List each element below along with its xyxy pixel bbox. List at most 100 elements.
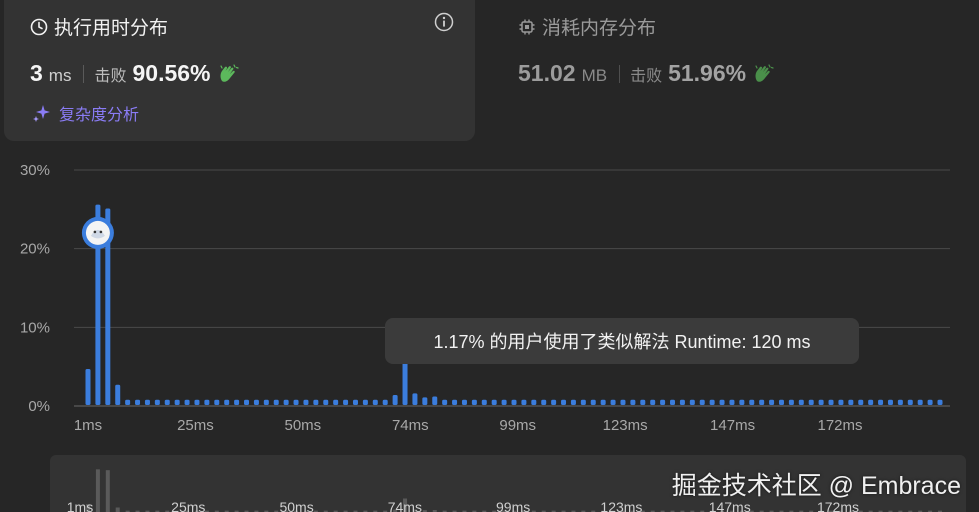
memory-title-text: 消耗内存分布 <box>542 18 657 39</box>
bar <box>491 399 497 405</box>
bar <box>164 399 170 405</box>
bar <box>798 399 804 405</box>
y-tick-label: 30% <box>20 162 50 179</box>
bar <box>828 399 834 405</box>
bar <box>501 399 507 405</box>
x-tick-label: 172ms <box>817 417 862 434</box>
bar <box>234 399 240 405</box>
bar <box>481 399 487 405</box>
bar <box>887 399 893 405</box>
user-marker-avatar <box>81 216 114 249</box>
x-tick-label: 99ms <box>499 417 536 434</box>
chip-icon <box>519 19 535 34</box>
navigator-tick-label: 99ms <box>496 499 530 512</box>
bar <box>719 399 725 405</box>
bar <box>194 399 200 405</box>
bar <box>858 399 864 405</box>
avatar-eye <box>99 230 103 234</box>
bar <box>352 399 358 405</box>
navigator-tick-label: 1ms <box>67 499 93 512</box>
runtime-title: 执行用时分布 <box>30 13 168 40</box>
memory-unit: MB <box>581 66 608 85</box>
bar <box>511 399 517 405</box>
bar <box>521 399 527 405</box>
bar <box>561 399 567 405</box>
bar <box>689 399 695 405</box>
x-tick-label: 25ms <box>177 417 214 434</box>
bar <box>580 399 586 405</box>
bar <box>263 399 269 405</box>
divider <box>83 64 85 83</box>
bar <box>135 399 141 405</box>
bar <box>788 399 794 405</box>
bar <box>303 399 309 405</box>
navigator-bar <box>115 507 120 512</box>
memory-tab[interactable]: 消耗内存分布 <box>518 13 656 40</box>
bar <box>927 399 933 405</box>
bar <box>283 399 289 405</box>
bar <box>679 399 685 405</box>
navigator-tick-label: 25ms <box>171 499 205 512</box>
complexity-analysis-link[interactable]: 复杂度分析 <box>32 101 139 125</box>
x-tick-label: 123ms <box>603 417 648 434</box>
x-tick-label: 74ms <box>392 417 429 434</box>
bar <box>541 399 547 405</box>
bar <box>590 399 596 405</box>
bar <box>214 399 220 405</box>
bar <box>759 399 765 405</box>
bar <box>709 399 715 405</box>
runtime-beat-label: 击败 <box>94 68 127 85</box>
clap-icon <box>219 63 239 82</box>
bar <box>769 399 775 405</box>
chart-tooltip: 1.17% 的用户使用了类似解法 Runtime: 120 ms <box>385 318 859 364</box>
bar <box>848 399 854 405</box>
bar <box>620 399 626 405</box>
bar <box>362 399 368 405</box>
bar <box>323 399 329 405</box>
bar <box>630 399 636 405</box>
tooltip-text: 1.17% 的用户使用了类似解法 Runtime: 120 ms <box>433 332 811 352</box>
bar <box>224 399 230 405</box>
runtime-value: 3 <box>30 60 43 86</box>
bar <box>412 393 418 405</box>
y-tick-label: 10% <box>20 319 50 336</box>
x-tick-label: 147ms <box>710 417 755 434</box>
bar <box>144 399 150 405</box>
complexity-analysis-text: 复杂度分析 <box>59 107 140 124</box>
bar <box>115 384 121 405</box>
bar <box>432 396 438 405</box>
avatar-eye <box>93 230 97 234</box>
bar <box>253 399 259 405</box>
bar <box>382 399 388 405</box>
bar <box>461 399 467 405</box>
bar <box>808 399 814 405</box>
bar <box>640 399 646 405</box>
divider <box>619 64 621 83</box>
bar <box>85 369 91 405</box>
clap-icon <box>755 63 774 82</box>
bar <box>551 399 557 405</box>
bar <box>818 399 824 405</box>
navigator-bar <box>105 470 110 512</box>
bar <box>897 399 903 405</box>
info-icon[interactable] <box>434 12 454 32</box>
runtime-title-text: 执行用时分布 <box>54 18 169 39</box>
x-tick-label: 1ms <box>74 417 102 434</box>
bar <box>570 399 576 405</box>
runtime-card[interactable]: 执行用时分布 3 ms 击败 90.56% 复杂度分析 <box>4 0 475 141</box>
runtime-beat-percent: 90.56% <box>132 60 211 86</box>
bar <box>392 394 398 405</box>
bar <box>937 399 943 405</box>
memory-beat-label: 击败 <box>630 68 663 85</box>
bar <box>293 399 299 405</box>
bar <box>699 399 705 405</box>
navigator-tick-label: 50ms <box>279 499 313 512</box>
bar <box>838 399 844 405</box>
watermark: 掘金技术社区 @ Embrace <box>671 472 961 500</box>
runtime-distribution-chart[interactable]: 30% 20% 10% 0% 1ms 25ms 50ms 74ms 99ms 123ms 147ms… <box>0 150 979 450</box>
bar <box>452 399 458 405</box>
memory-metric: 51.02 MB 击败 51.96% <box>518 60 774 87</box>
runtime-unit: ms <box>48 66 72 85</box>
bar <box>184 399 190 405</box>
bar <box>273 399 279 405</box>
